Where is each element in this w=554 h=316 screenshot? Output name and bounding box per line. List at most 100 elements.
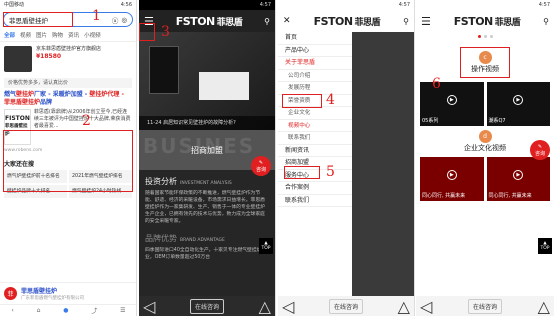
brand-avatar: 菲 <box>4 287 17 300</box>
nav-item-home[interactable]: 首页 <box>278 32 352 45</box>
up-icon[interactable]: △ <box>259 297 271 316</box>
site-header: ✕ FSTON 菲思盾 ⚲ <box>278 10 414 32</box>
nav-item-about[interactable]: 关于菲思盾 <box>278 57 352 70</box>
page-overlay[interactable] <box>352 32 414 296</box>
account-subtitle: 广东菲思盾燃气壁挂炉有限公司 <box>21 296 84 301</box>
nav-item-contact[interactable]: 联系我们 <box>278 195 352 207</box>
share-icon[interactable]: ⤴ <box>91 306 97 315</box>
phone-video-center: 4:57 ☰ FSTON 菲思盾 ⚲ c 操作视频 ▶ 05系列 ▶ 潮系Q7 d 企… <box>416 0 554 316</box>
tab-shopping[interactable]: 购物 <box>52 31 63 39</box>
annotation-number-6: 6 <box>432 76 441 92</box>
menu-icon[interactable]: ☰ <box>120 307 125 314</box>
up-icon[interactable]: △ <box>398 297 410 316</box>
search-icon[interactable]: ⚲ <box>264 17 270 26</box>
hero-banner[interactable]: 11-24 启居知识常见壁挂炉的故障分析? <box>139 32 275 130</box>
section-body: 随着国家节能环保政策的不断推进，燃气壁挂炉作为节能、舒适、经济的采暖设备，市场需… <box>145 191 265 224</box>
home-icon[interactable]: ⌂ <box>37 307 41 314</box>
status-bar: 4:57 <box>139 0 275 10</box>
consult-float-button[interactable]: ✎ 咨询 <box>251 156 271 176</box>
section-title: 企业文化视频 <box>464 144 506 152</box>
close-icon[interactable]: ✕ <box>283 16 291 26</box>
ad-title: 京东菲思盾壁挂炉官方旗舰店 <box>36 46 102 52</box>
nav-subitem-culture[interactable]: 企业文化 <box>278 107 352 120</box>
up-icon[interactable]: △ <box>538 297 550 316</box>
ad-result[interactable]: 京东菲思盾壁挂炉官方旗舰店 ¥18580 <box>0 42 136 76</box>
site-logo[interactable]: FSTON 菲思盾 <box>314 15 381 28</box>
annotation-box-3 <box>139 23 155 41</box>
section-title: 操作视频 <box>471 65 499 73</box>
online-consult-button[interactable]: 在线咨询 <box>189 298 224 314</box>
search-icon[interactable]: ⚲ <box>403 17 409 26</box>
phone-site-menu: 4:57 ✕ FSTON 菲思盾 ⚲ 首页 产品中心 关于菲思盾 公司介绍 发展历… <box>278 0 415 316</box>
search-icon[interactable]: ⚲ <box>543 17 549 26</box>
consult-footer: ◁ 在线咨询 △ <box>278 296 414 316</box>
online-consult-button[interactable]: 在线咨询 <box>467 298 502 314</box>
status-bar: 4:57 <box>416 0 554 10</box>
result-title[interactable]: 燃气壁挂炉厂家 - 采暖炉加盟 - 壁挂炉代理 - 菲思盾壁挂炉品牌 <box>4 91 132 107</box>
carousel-dot[interactable] <box>483 35 487 38</box>
video-card[interactable]: ▶ 05系列 <box>420 82 484 126</box>
site-logo[interactable]: FSTON 菲思盾 <box>454 15 521 28</box>
brand-account-card[interactable]: 菲 菲思盾壁挂炉 广东菲思盾燃气壁挂炉有限公司 <box>0 282 136 304</box>
carousel-dot[interactable] <box>489 35 493 38</box>
clock: 4:57 <box>259 2 271 8</box>
phone-icon[interactable]: ◁ <box>143 297 155 316</box>
consult-float-button[interactable]: ✎ 咨询 <box>530 140 550 160</box>
hero-caption[interactable]: 11-24 启居知识常见壁挂炉的故障分析? <box>139 116 275 130</box>
section-title: 品牌优势 <box>145 234 177 243</box>
back-to-top-button[interactable]: ▲ TOP <box>538 238 552 254</box>
price-hint[interactable]: 价格优势多多，请认真比价 <box>4 78 132 88</box>
nav-subitem-history[interactable]: 发展历程 <box>278 82 352 95</box>
video-card[interactable]: ▶ 同心同行, 共赢未来 <box>486 157 550 201</box>
voice-icon[interactable]: ● <box>63 307 68 314</box>
annotation-number-5: 5 <box>326 164 335 180</box>
carousel-dot[interactable] <box>477 35 481 38</box>
boiler-image <box>149 46 179 94</box>
online-consult-button[interactable]: 在线咨询 <box>328 298 363 314</box>
annotation-number-4: 4 <box>326 92 335 108</box>
hamburger-menu-icon[interactable]: ☰ <box>421 15 431 28</box>
site-logo[interactable]: FSTON 菲思盾 <box>176 15 243 28</box>
clock: 4:56 <box>120 2 132 8</box>
back-icon[interactable]: ‹ <box>11 307 13 314</box>
clock: 4:57 <box>398 2 410 8</box>
clear-icon[interactable]: ⓧ <box>112 15 119 25</box>
annotation-number-2: 2 <box>82 113 91 129</box>
phone-search-results: 中国移动 4:56 菲思盾壁挂炉 ⓧ ◎ 全部 视频 图片 购物 资讯 小视频 … <box>0 0 137 316</box>
camera-icon[interactable]: ◎ <box>121 16 127 24</box>
tab-all[interactable]: 全部 <box>4 31 15 39</box>
nav-subitem-company[interactable]: 公司介绍 <box>278 70 352 82</box>
play-icon: ▶ <box>446 170 457 181</box>
section-title: 投资分析 <box>145 177 177 186</box>
nav-item-cases[interactable]: 合作案例 <box>278 182 352 195</box>
tab-images[interactable]: 图片 <box>36 31 47 39</box>
nav-item-news[interactable]: 新闻资讯 <box>278 145 352 157</box>
annotation-number-3: 3 <box>161 24 170 40</box>
nav-subitem-video[interactable]: 视频中心 <box>278 120 352 132</box>
phone-icon[interactable]: ◁ <box>420 297 432 316</box>
annotation-box-2 <box>3 130 133 192</box>
play-icon: ▶ <box>446 95 457 106</box>
tab-short-video[interactable]: 小视频 <box>84 31 101 39</box>
product-thumbnail <box>4 46 32 72</box>
section-letter-badge: d <box>478 130 492 143</box>
clock: 4:57 <box>538 2 550 8</box>
section-body: 四季国际进口40全自动化生产，十家贝专注燃气壁挂炉行业，OEM订单数量超过50万… <box>145 248 267 260</box>
tab-video[interactable]: 视频 <box>20 31 31 39</box>
nav-subitem-contact[interactable]: 联系我们 <box>278 132 352 145</box>
nav-item-products[interactable]: 产品中心 <box>278 45 352 57</box>
annotation-box-6: c 操作视频 <box>460 47 510 78</box>
annotation-box-1 <box>3 12 73 27</box>
screenshot-collage: 中国移动 4:56 菲思盾壁挂炉 ⓧ ◎ 全部 视频 图片 购物 资讯 小视频 … <box>0 0 554 316</box>
consult-footer: ◁ 在线咨询 △ <box>416 296 554 316</box>
back-to-top-button[interactable]: ▲ TOP <box>259 238 273 254</box>
phone-site-home: 4:57 ☰ FSTON 菲思盾 ⚲ 11-24 启居知识常见壁挂炉的故障分析? … <box>139 0 276 316</box>
tab-news[interactable]: 资讯 <box>68 31 79 39</box>
video-card[interactable]: ▶ 潮系Q7 <box>486 82 550 126</box>
video-card[interactable]: ▶ 同心同行, 共赢未来 <box>420 157 484 201</box>
band-title: 招商加盟 <box>191 145 223 155</box>
ad-price: ¥18580 <box>36 53 62 60</box>
phone-icon[interactable]: ◁ <box>282 297 294 316</box>
site-header: ☰ FSTON 菲思盾 ⚲ <box>139 10 275 32</box>
carrier-label: 中国移动 <box>4 2 25 8</box>
